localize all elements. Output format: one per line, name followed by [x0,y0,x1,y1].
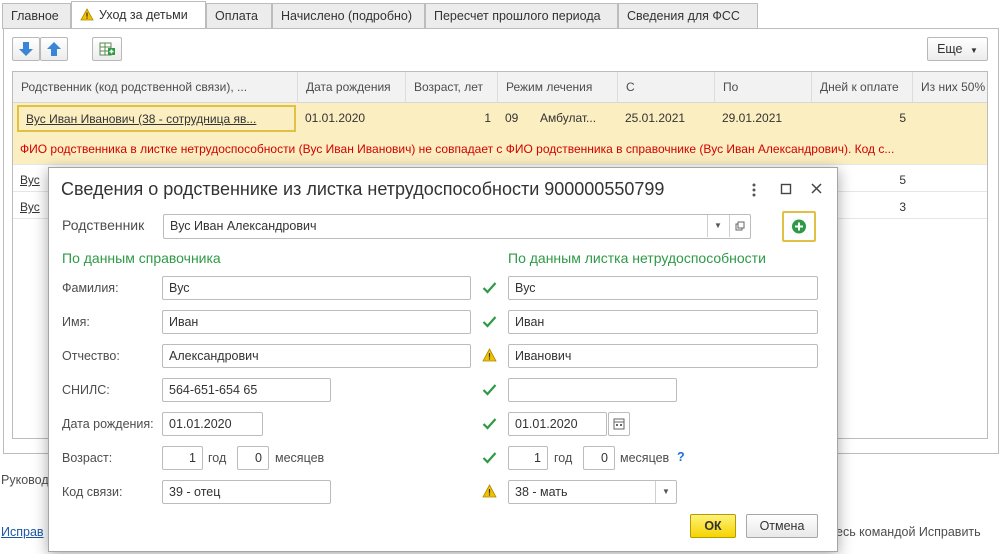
check-icon [482,315,497,331]
from-cell[interactable]: 25.01.2021 [618,103,715,134]
help-icon[interactable]: ? [677,450,685,464]
fix-hint-text: есь командой Исправить [836,525,981,539]
mode-cell[interactable]: Амбулат... [533,103,618,134]
tab-label: Уход за детьми [99,8,188,22]
more-label: Еще [937,42,963,56]
column-header-treatment-mode[interactable]: Режим лечения [498,72,618,103]
column-header-from[interactable]: С [618,72,715,103]
warning-icon [482,348,497,365]
calendar-button[interactable] [608,412,630,436]
check-icon [482,417,497,433]
table-add-icon [99,42,115,56]
ok-button[interactable]: ОК [690,514,736,538]
surname-label: Фамилия: [62,281,119,295]
snils-field-left[interactable]: 564-651-654 65 [162,378,331,402]
check-icon [482,281,497,297]
arrow-up-icon [47,42,61,56]
more-menu-icon[interactable] [749,182,759,201]
table-row[interactable]: Вус Иван Иванович (38 - сотрудница яв...… [13,103,987,134]
age-years-field-right[interactable]: 1 [508,446,548,470]
surname-field-left[interactable]: Вус [162,276,471,300]
age-label: Возраст: [62,451,113,465]
arrow-down-icon [19,42,33,56]
tab-label: Главное [11,9,59,23]
more-button[interactable]: Еще ▼ [927,37,988,61]
relation-code-label: Код связи: [62,485,123,499]
column-header-to[interactable]: По [715,72,812,103]
surname-field-right[interactable]: Вус [508,276,818,300]
calendar-icon [613,418,625,430]
tab-recalculation[interactable]: Пересчет прошлого периода [425,3,618,29]
relative-select[interactable]: Вус Иван Александрович ▼ [163,214,751,239]
column-header-age[interactable]: Возраст, лет [406,72,498,103]
right-section-header: По данным листка нетрудоспособности [508,250,766,266]
birth-date-field-left[interactable]: 01.01.2020 [162,412,263,436]
move-up-button[interactable] [40,37,68,61]
patronymic-field-left[interactable]: Александрович [162,344,471,368]
relation-code-field-left[interactable]: 39 - отец [162,480,331,504]
column-header-birth-date[interactable]: Дата рождения [298,72,406,103]
snils-field-right[interactable] [508,378,677,402]
tab-payment[interactable]: Оплата [206,3,272,29]
maximize-icon[interactable] [780,183,792,198]
tab-childcare[interactable]: Уход за детьми [71,1,206,30]
months-unit-label: месяцев [275,451,325,465]
to-cell[interactable]: 29.01.2021 [715,103,812,134]
years-unit-label: год [554,451,573,465]
tab-fss-info[interactable]: Сведения для ФСС [618,3,758,29]
name-field-left[interactable]: Иван [162,310,471,334]
tab-bar: Главное Уход за детьми Оплата Начислено … [0,0,999,30]
tab-accrued-detail[interactable]: Начислено (подробно) [272,3,425,29]
check-icon [482,451,497,467]
dialog-title: Сведения о родственнике из листка нетруд… [61,179,665,199]
close-icon[interactable] [810,182,823,198]
dropdown-arrow-icon[interactable]: ▼ [707,215,728,237]
birth-date-label: Дата рождения: [62,417,154,431]
dropdown-arrow-icon: ▼ [970,46,978,55]
move-down-button[interactable] [12,37,40,61]
check-icon [482,383,497,399]
open-icon[interactable] [729,215,750,237]
warning-icon [482,484,497,501]
error-message: ФИО родственника в листке нетрудоспособн… [13,134,987,164]
relative-value: Вус Иван Александрович [170,219,317,233]
column-header-relative[interactable]: Родственник (код родственной связи), ... [13,72,298,103]
relation-code-value: 38 - мать [515,485,568,499]
age-years-field-left[interactable]: 1 [162,446,203,470]
relative-cell[interactable]: Вус Иван Иванович (38 - сотрудница яв... [17,105,296,132]
manager-label: Руковод [1,473,49,487]
tab-label: Пересчет прошлого периода [434,9,601,23]
snils-label: СНИЛС: [62,383,110,397]
dropdown-arrow-icon[interactable]: ▼ [655,481,676,503]
left-section-header: По данным справочника [62,250,221,266]
age-months-field-right[interactable]: 0 [583,446,615,470]
birth-date-field-right[interactable]: 01.01.2020 [508,412,607,436]
age-cell[interactable]: 1 [406,103,498,134]
fix-link[interactable]: Исправ [1,525,44,539]
relative-details-dialog: Сведения о родственнике из листка нетруд… [48,167,838,552]
years-unit-label: год [208,451,227,465]
tab-main[interactable]: Главное [2,3,71,29]
age-months-field-left[interactable]: 0 [237,446,269,470]
name-field-right[interactable]: Иван [508,310,818,334]
tab-label: Начислено (подробно) [281,9,413,23]
relative-label: Родственник [62,217,145,233]
patronymic-label: Отчество: [62,349,120,363]
add-row-button[interactable] [92,37,122,61]
months-unit-label: месяцев [620,451,670,465]
tab-label: Оплата [215,9,258,23]
warning-icon [80,4,94,30]
patronymic-field-right[interactable]: Иванович [508,344,818,368]
add-relative-button[interactable] [782,211,816,242]
relation-code-select-right[interactable]: 38 - мать ▼ [508,480,677,504]
birth-date-cell[interactable]: 01.01.2020 [298,103,406,134]
column-header-days-to-pay[interactable]: Дней к оплате [812,72,913,103]
plus-icon [792,219,806,234]
cancel-button[interactable]: Отмена [746,514,818,538]
mode-code-cell[interactable]: 09 [498,103,533,134]
tab-label: Сведения для ФСС [627,9,740,23]
column-header-of-which-50[interactable]: Из них 50% [913,72,987,103]
days-cell[interactable]: 5 [812,103,913,134]
name-label: Имя: [62,315,90,329]
